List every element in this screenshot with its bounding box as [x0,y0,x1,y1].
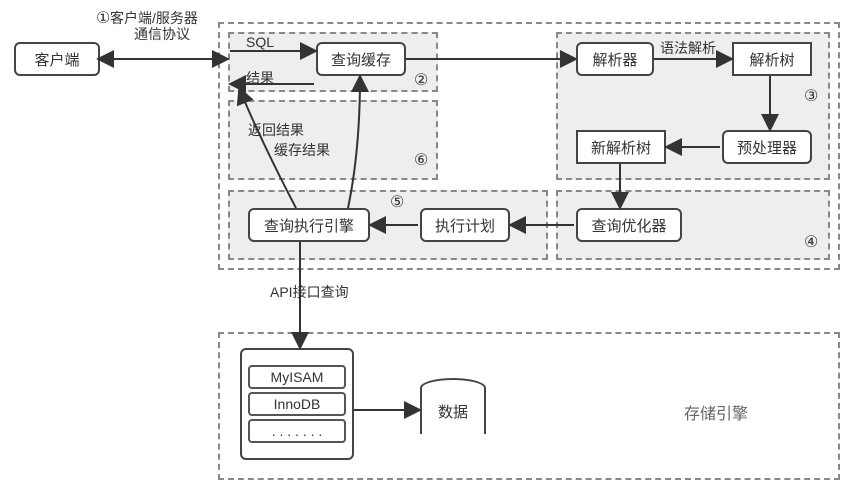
step-5: ⑤ [390,192,404,212]
step-6: ⑥ [414,150,428,170]
diagram-canvas: 客户端 查询缓存 解析器 解析树 预处理器 新解析树 查询优化器 执行计划 查询… [0,0,854,500]
sql-label: SQL [246,34,274,50]
protocol-label-2: 通信协议 [134,24,190,44]
new-parse-tree-node: 新解析树 [576,130,666,164]
engine-item: . . . . . . . [248,419,346,443]
step-4: ④ [804,232,818,252]
storage-engines-node: MyISAM InnoDB . . . . . . . [240,348,354,460]
data-cylinder: 数据 [420,378,486,444]
exec-plan-node: 执行计划 [420,208,510,242]
engine-item: MyISAM [248,365,346,389]
syntax-parse-label: 语法解析 [660,38,716,58]
engine-item: InnoDB [248,392,346,416]
exec-engine-node: 查询执行引擎 [248,208,370,242]
cache-result-label: 缓存结果 [274,140,330,160]
result-label: 结果 [246,68,274,88]
step-3: ③ [804,86,818,106]
storage-section-label: 存储引擎 [684,400,748,424]
return-result-label: 返回结果 [248,120,304,140]
query-cache-node: 查询缓存 [316,42,406,76]
optimizer-node: 查询优化器 [576,208,682,242]
preprocessor-node: 预处理器 [722,130,812,164]
step-2: ② [414,70,428,90]
client-node: 客户端 [14,42,100,76]
parse-tree-node: 解析树 [732,42,812,76]
api-query-label: API接口查询 [270,282,349,302]
parser-node: 解析器 [576,42,654,76]
step-1: ① [96,8,110,28]
group-return [228,100,438,180]
engine-list: MyISAM InnoDB . . . . . . . [248,362,346,446]
